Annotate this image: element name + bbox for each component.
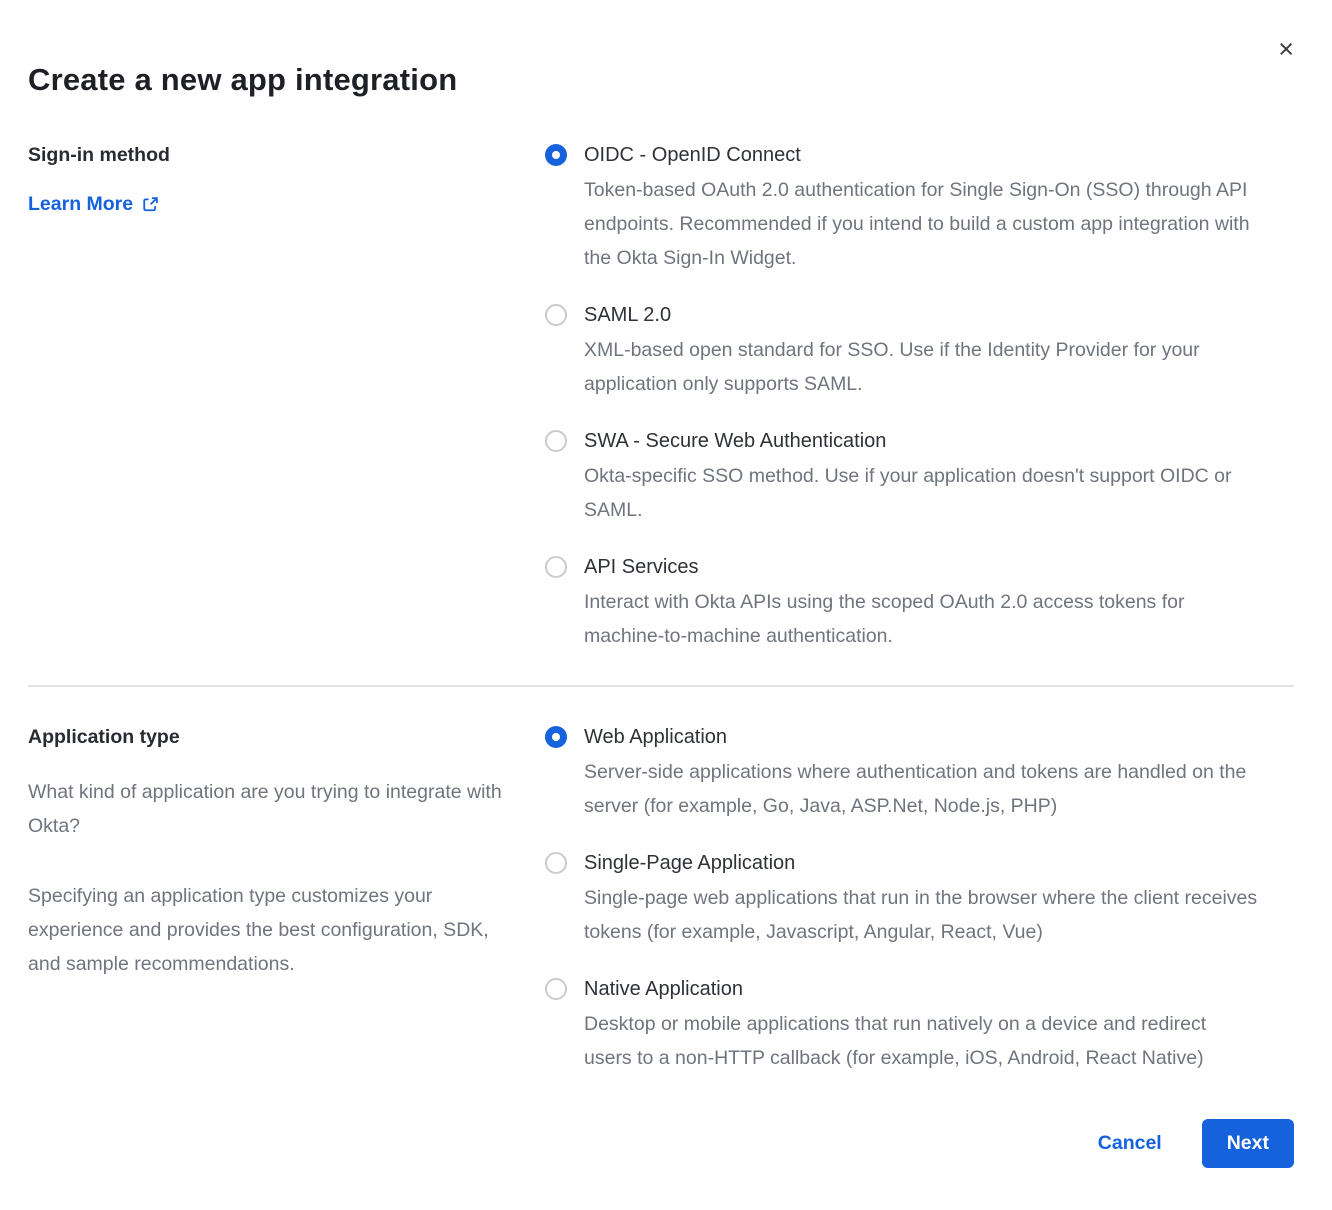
application-type-help-text: Specifying an application type customize…: [28, 879, 521, 981]
radio-option-native-application[interactable]: Native Application Desktop or mobile app…: [545, 977, 1259, 1075]
application-type-label: Application type: [28, 725, 521, 749]
radio-selected-icon[interactable]: [545, 726, 567, 748]
option-text: SWA - Secure Web Authentication Okta-spe…: [584, 429, 1259, 527]
radio-option-single-page-application[interactable]: Single-Page Application Single-page web …: [545, 851, 1259, 949]
cancel-button[interactable]: Cancel: [1098, 1132, 1162, 1155]
radio-unselected-icon[interactable]: [545, 556, 567, 578]
option-description: XML-based open standard for SSO. Use if …: [584, 333, 1259, 401]
option-title: API Services: [584, 555, 1259, 579]
signin-method-section: Sign-in method Learn More OIDC - OpenID …: [28, 143, 1294, 653]
dialog-footer: Cancel Next: [28, 1119, 1294, 1168]
option-text: Native Application Desktop or mobile app…: [584, 977, 1259, 1075]
option-text: API Services Interact with Okta APIs usi…: [584, 555, 1259, 653]
option-description: Token-based OAuth 2.0 authentication for…: [584, 173, 1259, 275]
radio-unselected-icon[interactable]: [545, 852, 567, 874]
option-description: Desktop or mobile applications that run …: [584, 1007, 1259, 1075]
option-description: Interact with Okta APIs using the scoped…: [584, 585, 1259, 653]
application-type-question: What kind of application are you trying …: [28, 775, 521, 843]
option-title: SWA - Secure Web Authentication: [584, 429, 1259, 453]
option-title: Single-Page Application: [584, 851, 1259, 875]
create-app-integration-dialog: × Create a new app integration Sign-in m…: [0, 0, 1332, 1210]
option-title: Native Application: [584, 977, 1259, 1001]
application-type-section: Application type What kind of applicatio…: [28, 725, 1294, 1075]
application-type-left-column: Application type What kind of applicatio…: [28, 725, 545, 1075]
option-description: Server-side applications where authentic…: [584, 755, 1259, 823]
learn-more-label: Learn More: [28, 193, 133, 216]
option-title: SAML 2.0: [584, 303, 1259, 327]
radio-option-saml[interactable]: SAML 2.0 XML-based open standard for SSO…: [545, 303, 1259, 401]
learn-more-link[interactable]: Learn More: [28, 193, 159, 216]
signin-method-left-column: Sign-in method Learn More: [28, 143, 545, 653]
page-title: Create a new app integration: [28, 62, 1294, 98]
option-text: OIDC - OpenID Connect Token-based OAuth …: [584, 143, 1259, 275]
next-button[interactable]: Next: [1202, 1119, 1294, 1168]
radio-option-web-application[interactable]: Web Application Server-side applications…: [545, 725, 1259, 823]
option-description: Single-page web applications that run in…: [584, 881, 1259, 949]
option-text: Web Application Server-side applications…: [584, 725, 1259, 823]
close-icon: ×: [1278, 34, 1294, 64]
option-text: SAML 2.0 XML-based open standard for SSO…: [584, 303, 1259, 401]
radio-option-api-services[interactable]: API Services Interact with Okta APIs usi…: [545, 555, 1259, 653]
option-description: Okta-specific SSO method. Use if your ap…: [584, 459, 1259, 527]
radio-unselected-icon[interactable]: [545, 978, 567, 1000]
radio-unselected-icon[interactable]: [545, 430, 567, 452]
option-text: Single-Page Application Single-page web …: [584, 851, 1259, 949]
section-divider: [28, 685, 1294, 687]
signin-method-options: OIDC - OpenID Connect Token-based OAuth …: [545, 143, 1259, 653]
application-type-options: Web Application Server-side applications…: [545, 725, 1259, 1075]
radio-selected-icon[interactable]: [545, 144, 567, 166]
radio-unselected-icon[interactable]: [545, 304, 567, 326]
signin-method-label: Sign-in method: [28, 143, 521, 167]
close-button[interactable]: ×: [1272, 34, 1300, 65]
option-title: OIDC - OpenID Connect: [584, 143, 1259, 167]
external-link-icon: [142, 196, 159, 213]
option-title: Web Application: [584, 725, 1259, 749]
radio-option-swa[interactable]: SWA - Secure Web Authentication Okta-spe…: [545, 429, 1259, 527]
radio-option-oidc[interactable]: OIDC - OpenID Connect Token-based OAuth …: [545, 143, 1259, 275]
